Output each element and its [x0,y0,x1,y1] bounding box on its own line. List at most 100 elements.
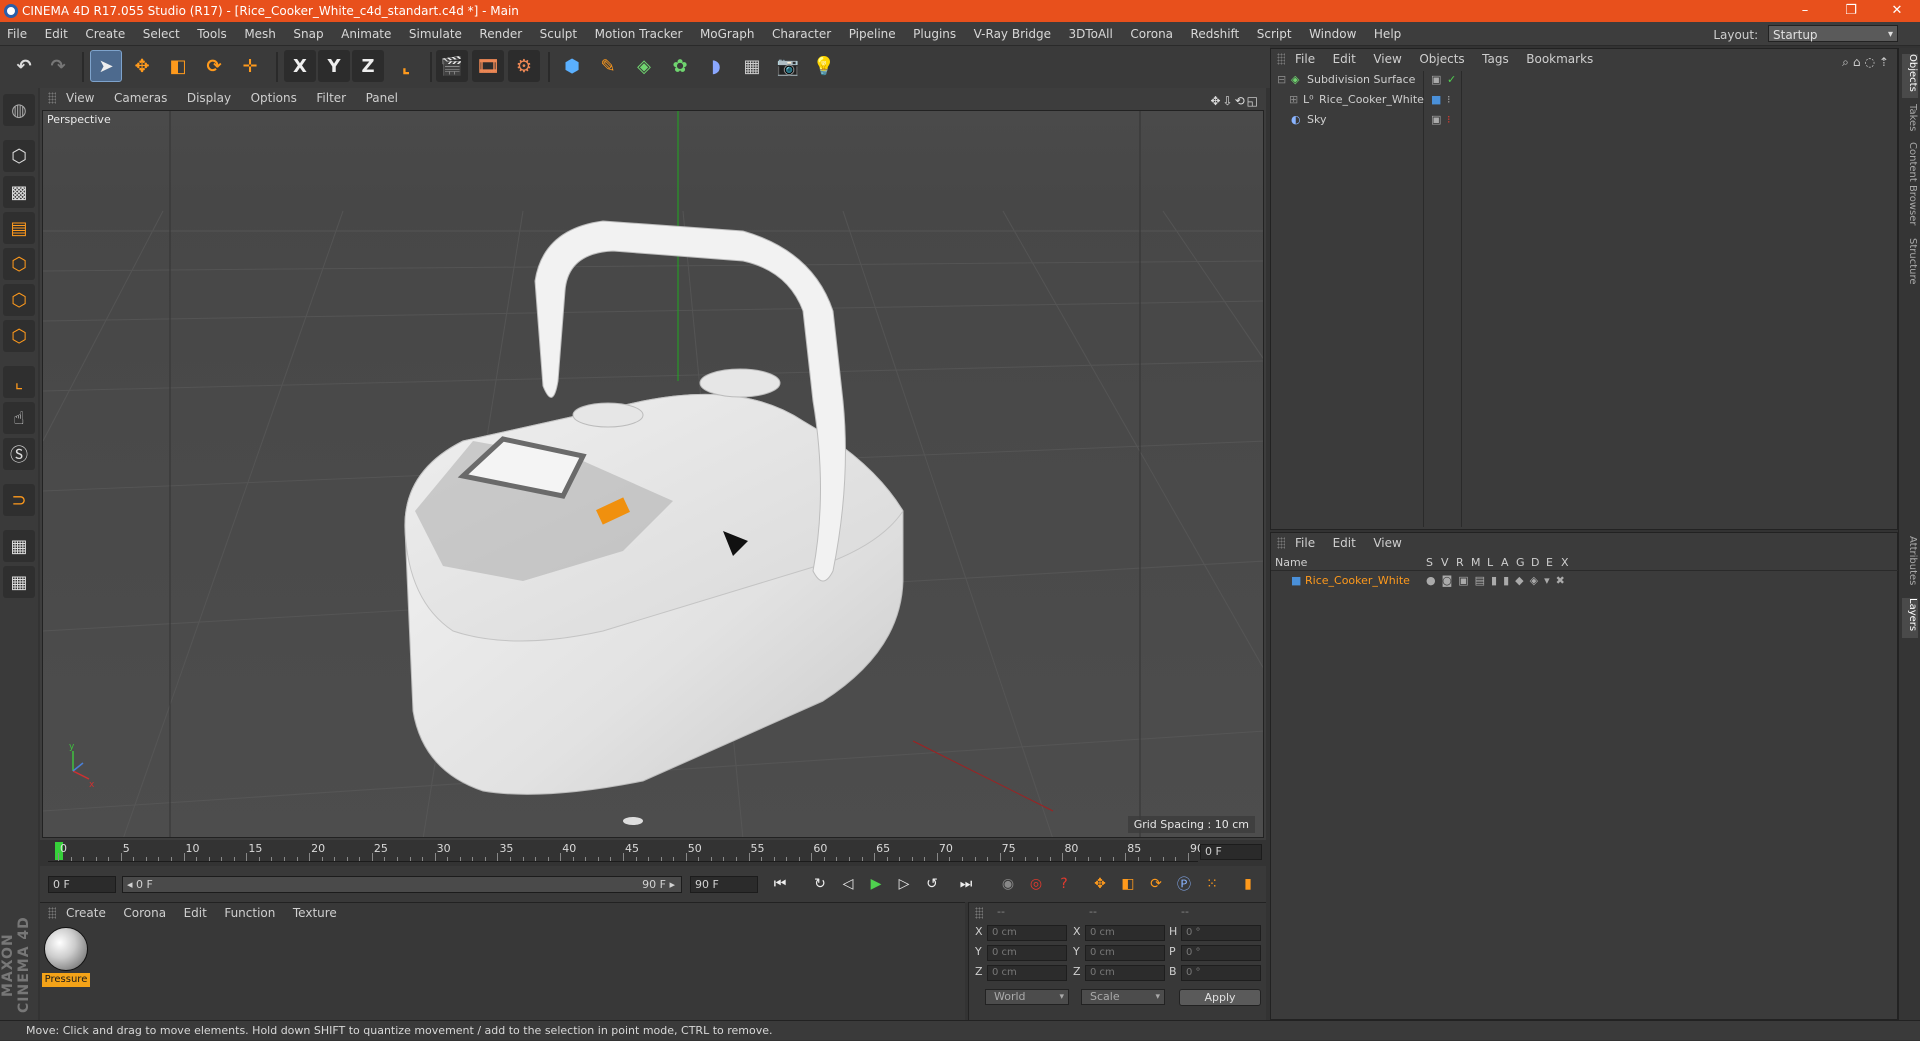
menu-mesh[interactable]: Mesh [237,22,283,46]
polygons-mode-icon[interactable]: ⬡ [3,320,35,352]
next-key-icon[interactable]: ↺ [920,873,944,895]
viewport-menu-options[interactable]: Options [251,88,297,108]
coord-y-position-field[interactable]: 0 cm [987,945,1067,961]
menu-sculpt[interactable]: Sculpt [533,22,584,46]
z-axis-lock-button[interactable]: Z [352,50,384,82]
menu-simulate[interactable]: Simulate [402,22,469,46]
undo-icon[interactable]: ↶ [8,50,40,82]
viewport-menu-view[interactable]: View [66,88,94,108]
menu-redshift[interactable]: Redshift [1184,22,1247,46]
coord-z-size-field[interactable]: 0 cm [1085,965,1165,981]
close-button[interactable]: ✕ [1874,0,1920,22]
objects-menu-tags[interactable]: Tags [1482,49,1509,69]
y-axis-lock-button[interactable]: Y [318,50,350,82]
objects-menu-bookmarks[interactable]: Bookmarks [1526,49,1593,69]
subdivision-generator-icon[interactable]: ◈ [628,50,660,82]
goto-start-icon[interactable]: ⏮ [768,873,792,895]
tab-content-browser[interactable]: Content Browser [1902,142,1918,228]
coord-x-position-field[interactable]: 0 cm [987,925,1067,941]
snap-icon[interactable]: Ⓢ [3,438,35,470]
play-forward-icon[interactable]: ▶ [864,873,888,895]
layer-color-icon[interactable]: ■ [1431,91,1441,109]
coord-h-rotation-field[interactable]: 0 ° [1181,925,1261,941]
cloner-icon[interactable]: ✿ [664,50,696,82]
menu-window[interactable]: Window [1302,22,1363,46]
floor-icon[interactable]: ▦ [736,50,768,82]
render-dot-icon[interactable]: ⁝ [1447,111,1451,129]
timeline-window-icon[interactable]: ▮ [1236,873,1260,895]
cube-primitive-icon[interactable]: ⬢ [556,50,588,82]
objects-menu-file[interactable]: File [1295,49,1315,69]
menu-tools[interactable]: Tools [190,22,234,46]
end-frame-field[interactable]: 90 F [690,876,758,893]
visibility-dots-icon[interactable]: ⁝ [1447,91,1451,109]
objects-menu-objects[interactable]: Objects [1419,49,1464,69]
autokey-icon[interactable]: ◎ [1024,873,1048,895]
menu-create[interactable]: Create [78,22,132,46]
redo-icon[interactable]: ↷ [42,50,74,82]
menu-corona[interactable]: Corona [1123,22,1180,46]
menu-file[interactable]: File [0,22,34,46]
layers-menu-file[interactable]: File [1295,533,1315,553]
key-rotation-icon[interactable]: ⟳ [1144,873,1168,895]
viewport-menu-display[interactable]: Display [187,88,231,108]
key-scale-icon[interactable]: ◧ [1116,873,1140,895]
material-menu-function[interactable]: Function [224,903,275,923]
keyframe-selection-icon[interactable]: ? [1052,873,1076,895]
layout-select[interactable]: Startup [1768,25,1898,44]
record-keys-icon[interactable]: ◉ [996,873,1020,895]
deformer-icon[interactable]: ◗ [700,50,732,82]
coord-b-rotation-field[interactable]: 0 ° [1181,965,1261,981]
object-row-sky[interactable]: ◐ Sky ▣ ⁝ [1273,111,1893,129]
live-selection-icon[interactable]: ✛ [234,50,266,82]
object-manager-tool-icons[interactable]: ⌕⌂◌⇡ [1842,52,1893,72]
menu-mograph[interactable]: MoGraph [693,22,762,46]
material-menu-texture[interactable]: Texture [293,903,337,923]
points-mode-icon[interactable]: ⬡ [3,248,35,280]
menu-select[interactable]: Select [136,22,187,46]
tab-layers[interactable]: Layers [1902,598,1918,638]
viewport-menu-filter[interactable]: Filter [316,88,346,108]
visibility-dots-icon[interactable]: ▣ [1431,111,1441,129]
key-position-icon[interactable]: ✥ [1088,873,1112,895]
spline-pen-icon[interactable]: ✎ [592,50,624,82]
coord-z-position-field[interactable]: 0 cm [987,965,1067,981]
layer-color-swatch[interactable]: ■ [1291,573,1301,589]
menu-pipeline[interactable]: Pipeline [842,22,903,46]
scale-tool-icon[interactable]: ◧ [162,50,194,82]
menu-character[interactable]: Character [765,22,838,46]
previous-key-icon[interactable]: ↻ [808,873,832,895]
objects-menu-edit[interactable]: Edit [1333,49,1356,69]
move-tool-icon[interactable]: ✥ [126,50,158,82]
make-editable-icon[interactable]: ◍ [3,94,35,126]
material-menu-create[interactable]: Create [66,903,106,923]
menu-edit[interactable]: Edit [38,22,75,46]
menu-motion-tracker[interactable]: Motion Tracker [588,22,690,46]
x-axis-lock-button[interactable]: X [284,50,316,82]
tab-objects[interactable]: Objects [1902,54,1918,98]
material-menu-corona[interactable]: Corona [123,903,166,923]
planar-workplane-icon[interactable]: ▦ [3,566,35,598]
tab-takes[interactable]: Takes [1902,104,1918,134]
render-view-icon[interactable]: 🎬 [436,50,468,82]
goto-end-icon[interactable]: ⏭ [954,873,978,895]
visibility-dots-icon[interactable]: ▣ [1431,71,1441,89]
object-row-subdivision-surface[interactable]: ⊟ ◈ Subdivision Surface ▣ ✓ [1273,71,1893,89]
axis-mode-icon[interactable]: ⌞ [3,366,35,398]
enabled-check-icon[interactable]: ✓ [1447,71,1456,89]
layer-name[interactable]: Rice_Cooker_White [1305,573,1410,589]
menu-snap[interactable]: Snap [286,22,330,46]
layer-row-rice-cooker[interactable]: ■ Rice_Cooker_White ●◙▣▤▮▮◆◈▾✖ [1271,573,1899,589]
camera-icon[interactable]: 📷 [772,50,804,82]
next-frame-icon[interactable]: ▷ [892,873,916,895]
viewport-menu-cameras[interactable]: Cameras [114,88,167,108]
object-row-rice-cooker[interactable]: ⊞ L⁰ Rice_Cooker_White ■ ⁝ [1273,91,1893,109]
material-name-label[interactable]: Pressure [42,973,90,987]
start-frame-field[interactable]: 0 F [48,876,116,893]
material-preview-ball[interactable] [44,927,88,971]
rotate-tool-icon[interactable]: ⟳ [198,50,230,82]
menu-vray-bridge[interactable]: V-Ray Bridge [967,22,1058,46]
material-menu-edit[interactable]: Edit [184,903,207,923]
menu-animate[interactable]: Animate [334,22,398,46]
tab-attributes[interactable]: Attributes [1902,536,1918,590]
